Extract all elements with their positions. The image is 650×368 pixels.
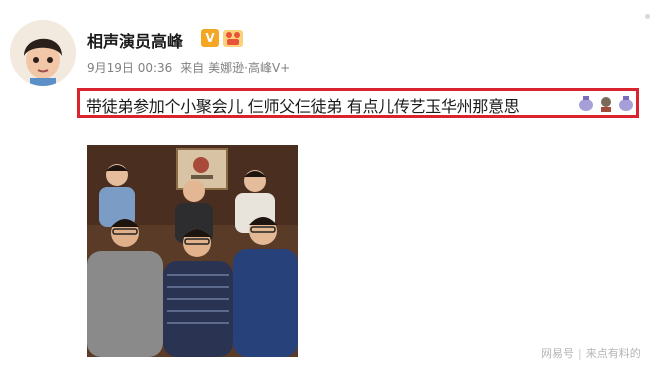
- emoji-teapot-icon: [579, 96, 593, 111]
- watermark-site: 网易号: [541, 347, 574, 360]
- group-photo: [87, 145, 298, 357]
- post-text: 带徒弟参加个小聚会儿 仨师父仨徒弟 有点儿传艺玉华州那意思: [86, 97, 520, 116]
- author-name[interactable]: 相声演员高峰: [87, 28, 183, 52]
- post-photo[interactable]: [87, 145, 298, 357]
- watermark: 网易号 | 来点有料的: [541, 345, 641, 361]
- avatar[interactable]: [10, 20, 76, 86]
- verified-badge-icon: V: [201, 29, 219, 47]
- watermark-separator: |: [578, 347, 582, 360]
- emoji-icons: [579, 96, 633, 112]
- post-meta: 9月19日 00:36 来自 美娜逊·高峰V+: [87, 59, 294, 76]
- source-prefix: 来自: [180, 61, 205, 75]
- avatar-image: [10, 20, 76, 86]
- emoji-figure-icon: [601, 97, 611, 112]
- post-date[interactable]: 9月19日 00:36: [87, 61, 172, 75]
- level-badge-icon: [223, 30, 243, 47]
- watermark-account: 来点有料的: [585, 347, 641, 360]
- emoji-teapot-icon-2: [619, 96, 633, 111]
- right-edge-dot: [645, 14, 650, 19]
- post-source[interactable]: 美娜逊·高峰V+: [208, 61, 290, 75]
